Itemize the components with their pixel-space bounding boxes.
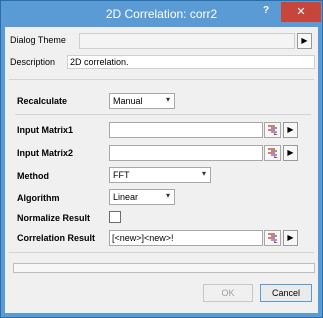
ok-button[interactable]: OK <box>203 284 253 302</box>
dialog-body: Dialog Theme ▶ Description 2D correlatio… <box>5 27 318 313</box>
window-title: 2D Correlation: corr2 <box>105 7 218 21</box>
progress-bar <box>13 263 315 273</box>
correlation-result-menu-button[interactable]: ▶ <box>283 230 298 246</box>
correlation-result-label: Correlation Result <box>17 233 96 243</box>
recalculate-label: Recalculate <box>17 96 68 106</box>
normalize-result-checkbox[interactable] <box>109 211 121 223</box>
cancel-button[interactable]: Cancel <box>260 284 312 302</box>
input-matrix1-menu-button[interactable]: ▶ <box>283 122 298 138</box>
algorithm-dropdown[interactable]: Linear ▾ <box>109 189 175 205</box>
input-matrix2-field[interactable] <box>109 145 263 161</box>
algorithm-value: Linear <box>113 192 139 202</box>
input-matrix2-label: Input Matrix2 <box>17 148 74 158</box>
range-select-icon <box>268 233 278 243</box>
input-matrix1-field[interactable] <box>109 122 263 138</box>
method-value: FFT <box>113 170 130 180</box>
arrow-right-icon: ▶ <box>287 125 294 134</box>
description-label: Description <box>10 57 56 67</box>
correlation-result-field[interactable]: [<new>]<new>! <box>109 230 263 246</box>
dialog-theme-label: Dialog Theme <box>10 35 66 45</box>
recalculate-dropdown[interactable]: Manual ▾ <box>109 93 175 109</box>
close-button[interactable]: ✕ <box>281 2 321 22</box>
description-box: 2D correlation. <box>67 55 315 69</box>
input-matrix2-menu-button[interactable]: ▶ <box>283 145 298 161</box>
normalize-result-label: Normalize Result <box>17 213 91 223</box>
section-separator <box>15 114 311 115</box>
input-matrix1-label: Input Matrix1 <box>17 125 74 135</box>
correlation-result-picker[interactable] <box>264 230 281 246</box>
title-bar[interactable]: 2D Correlation: corr2 ? ✕ <box>1 1 322 27</box>
chevron-down-icon: ▾ <box>201 169 206 178</box>
chevron-down-icon: ▾ <box>165 191 170 200</box>
chevron-down-icon: ▾ <box>165 95 170 104</box>
method-label: Method <box>17 171 49 181</box>
input-matrix2-picker[interactable] <box>264 145 281 161</box>
arrow-right-icon: ▶ <box>287 233 294 242</box>
description-text: 2D correlation. <box>70 57 129 67</box>
bottom-separator <box>9 252 314 253</box>
theme-menu-button[interactable]: ▶ <box>297 33 312 49</box>
arrow-right-icon: ▶ <box>301 36 308 45</box>
arrow-right-icon: ▶ <box>287 148 294 157</box>
dialog-window: 2D Correlation: corr2 ? ✕ Dialog Theme ▶… <box>0 0 323 318</box>
recalculate-value: Manual <box>113 96 143 106</box>
dialog-theme-field[interactable] <box>79 33 295 49</box>
algorithm-label: Algorithm <box>17 193 60 203</box>
help-button[interactable]: ? <box>259 4 273 18</box>
correlation-result-value: [<new>]<new>! <box>112 233 174 243</box>
method-dropdown[interactable]: FFT ▾ <box>109 167 211 183</box>
top-separator <box>9 79 314 80</box>
input-matrix1-picker[interactable] <box>264 122 281 138</box>
range-select-icon <box>268 148 278 158</box>
close-icon: ✕ <box>296 6 306 18</box>
range-select-icon <box>268 125 278 135</box>
